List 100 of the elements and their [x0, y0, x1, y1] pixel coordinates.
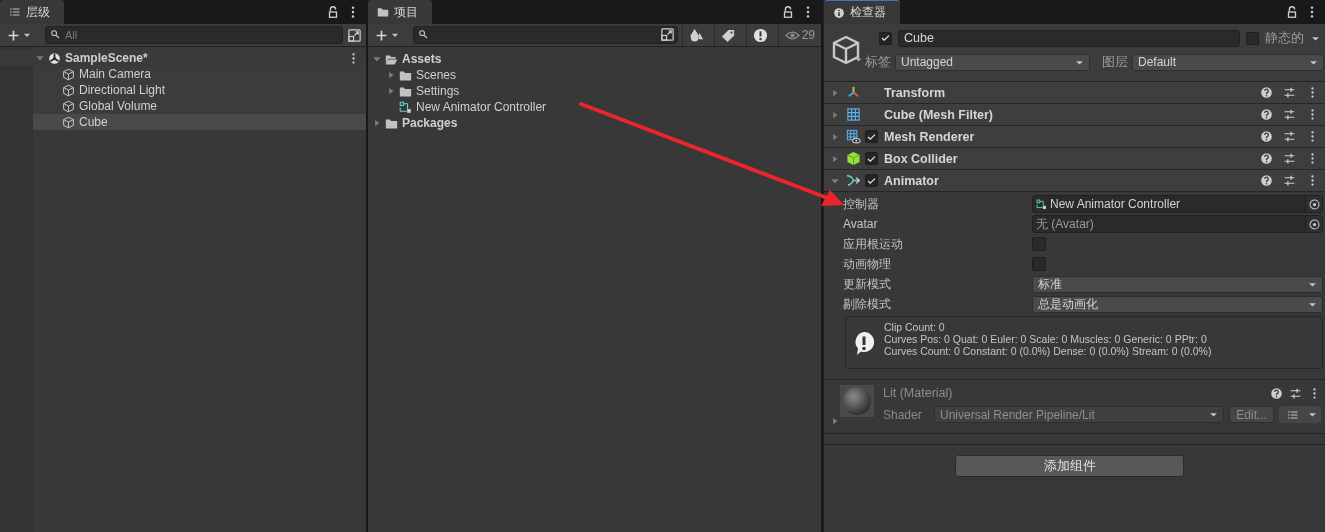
help-icon[interactable] [1270, 386, 1283, 400]
component-header[interactable]: Cube (Mesh Filter) [824, 104, 1325, 126]
tag-icon [720, 27, 736, 43]
tree-label: Assets [402, 52, 442, 66]
panel-tab[interactable]: 层级 [0, 0, 64, 24]
help-icon[interactable] [1260, 130, 1273, 143]
search-icon [418, 29, 429, 40]
lock-icon[interactable] [326, 5, 340, 19]
expand-arrow-icon[interactable] [386, 86, 396, 96]
info-text: Curves Count: 0 Constant: 0 (0.0%) Dense: 0 (0.0%) Stream: 0 (0.0%) [884, 344, 1212, 357]
tree-row[interactable]: Assets [368, 51, 821, 67]
component-header[interactable]: Animator [824, 170, 1325, 192]
checkbox[interactable] [1032, 237, 1046, 251]
property-label: 动画物理 [843, 255, 892, 273]
help-icon[interactable] [1260, 86, 1273, 99]
cube-icon [830, 34, 862, 66]
info-text: Curves Pos: 0 Quat: 0 Euler: 0 Scale: 0 Muscles: 0 Generic: 0 PPtr: 0 [884, 332, 1208, 345]
plus-icon [7, 28, 20, 42]
folder-icon [385, 52, 398, 66]
expand-arrow-icon[interactable] [830, 131, 840, 142]
tree-row[interactable]: New Animator Controller [368, 99, 821, 115]
component-header[interactable]: Transform [824, 82, 1325, 104]
dropdown[interactable]: 总是动画化 [1032, 295, 1323, 313]
expand-arrow-icon[interactable] [372, 118, 382, 128]
name-field[interactable]: Cube [898, 29, 1240, 47]
tree-label: Packages [402, 116, 458, 130]
tree-label: Main Camera [79, 67, 152, 81]
expand-arrow-icon[interactable] [386, 70, 396, 80]
checkbox[interactable] [879, 31, 892, 45]
add-component-button[interactable]: 添加组件 [955, 455, 1184, 477]
tree-label: Global Volume [79, 99, 158, 113]
cube-icon [62, 83, 75, 97]
folder-icon [377, 6, 389, 18]
grid-eye-icon [846, 129, 861, 144]
panel-tab[interactable]: 检查器 [824, 0, 900, 24]
cube-icon [62, 67, 75, 81]
presets-icon[interactable] [1283, 108, 1296, 121]
checkbox[interactable] [865, 174, 878, 187]
tag-dropdown[interactable]: Untagged [895, 53, 1090, 71]
component-title: Cube (Mesh Filter) [884, 107, 994, 122]
caret-icon[interactable] [854, 55, 863, 64]
presets-icon[interactable] [1283, 152, 1296, 165]
expand-arrow-icon[interactable] [35, 53, 45, 63]
branch-arrow-icon [846, 173, 861, 188]
layer-dropdown[interactable]: Default [1132, 53, 1324, 71]
expand-arrow-icon[interactable] [372, 54, 382, 64]
presets-icon[interactable] [1289, 386, 1302, 400]
list-icon [9, 6, 21, 18]
tree-row[interactable]: Settings [368, 83, 821, 99]
lock-icon[interactable] [781, 5, 795, 19]
component-header[interactable]: Box Collider [824, 148, 1325, 170]
list-dropdown[interactable] [1279, 406, 1321, 423]
dropdown[interactable]: 标准 [1032, 275, 1323, 293]
component-title: Mesh Renderer [884, 129, 975, 144]
cube-icon [62, 115, 75, 129]
presets-icon[interactable] [1283, 86, 1296, 99]
checkbox[interactable] [1032, 257, 1046, 271]
scene-icon [48, 51, 61, 65]
help-icon[interactable] [1260, 108, 1273, 121]
component-header[interactable]: Mesh Renderer [824, 126, 1325, 148]
search-field[interactable] [413, 26, 678, 44]
tree-row[interactable]: Packages [368, 115, 821, 131]
pop-out-icon[interactable] [659, 27, 675, 42]
expand-arrow-icon[interactable] [830, 416, 840, 426]
search-icon [50, 29, 61, 40]
help-icon[interactable] [1260, 152, 1273, 165]
tree-row[interactable]: Scenes [368, 67, 821, 83]
tree-label: New Animator Controller [416, 100, 547, 114]
panel-tab[interactable]: 项目 [368, 0, 432, 24]
lock-icon[interactable] [1285, 5, 1299, 19]
layer-label: 图层 [1102, 53, 1128, 71]
object-field[interactable]: New Animator Controller [1032, 195, 1323, 213]
hidden-count: 29 [801, 28, 815, 42]
target-icon[interactable] [1307, 197, 1321, 211]
target-icon[interactable] [1307, 217, 1321, 231]
presets-icon[interactable] [1283, 130, 1296, 143]
expand-arrow-icon[interactable] [830, 109, 840, 120]
checkbox[interactable] [1246, 31, 1259, 45]
presets-icon[interactable] [1283, 174, 1296, 187]
component-title: Animator [884, 173, 939, 188]
checkbox[interactable] [865, 152, 878, 165]
expand-arrow-icon[interactable] [830, 87, 840, 98]
tree-label: Scenes [416, 68, 457, 82]
cube-icon [846, 151, 861, 166]
info-text: Clip Count: 0 [884, 320, 946, 333]
animator-controller-icon [399, 100, 412, 114]
cube-icon [62, 99, 75, 113]
checkbox[interactable] [865, 130, 878, 143]
object-field[interactable]: 无 (Avatar) [1032, 215, 1323, 233]
property-label: 更新模式 [843, 275, 892, 293]
search-field[interactable]: All [45, 26, 343, 44]
property-label: 应用根运动 [843, 235, 904, 253]
expand-arrow-icon[interactable] [830, 153, 840, 164]
tree-label: Directional Light [79, 83, 166, 97]
folder-icon [399, 84, 412, 98]
tree-label: Settings [416, 84, 460, 98]
pop-out-icon[interactable] [347, 27, 362, 43]
help-icon[interactable] [1260, 174, 1273, 187]
component-title: Transform [884, 85, 946, 100]
info-icon [833, 6, 845, 19]
